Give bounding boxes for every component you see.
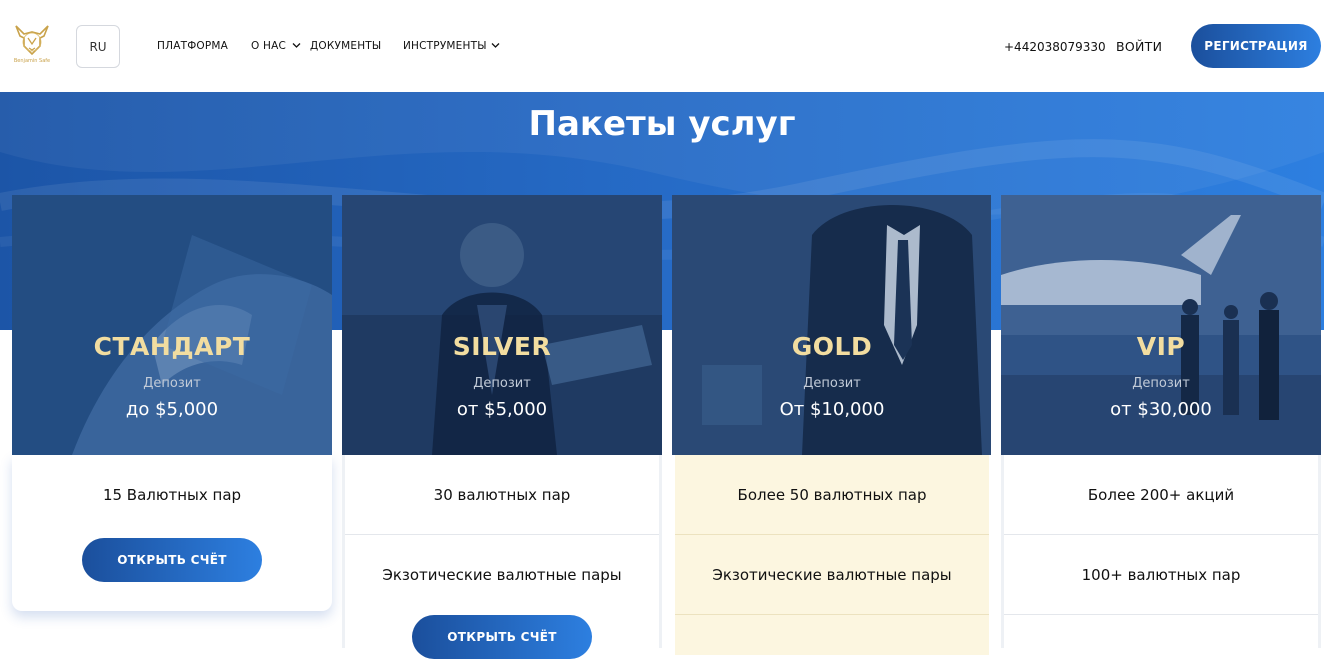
card-border (1001, 455, 1004, 648)
chevron-down-icon[interactable] (491, 41, 500, 50)
deposit-label: Депозит (143, 376, 201, 391)
register-button[interactable]: РЕГИСТРАЦИЯ (1191, 24, 1321, 68)
brand-logo[interactable]: Benjamin Safe (10, 22, 54, 68)
package-card-standard: СТАНДАРТ Депозит до $5,000 15 Валютных п… (12, 195, 332, 611)
phone-link[interactable]: +442038079330 (1004, 40, 1106, 54)
site-header: Benjamin Safe RU ПЛАТФОРМА О НАС ДОКУМЕН… (0, 0, 1324, 92)
card-border (342, 455, 345, 648)
language-selector[interactable]: RU (76, 25, 120, 68)
package-card-vip: VIP Депозит от $30,000 Более 200+ акций … (1001, 195, 1321, 615)
package-image: GOLD Депозит От $10,000 (672, 195, 991, 455)
deposit-value: от $5,000 (456, 399, 548, 420)
package-card-gold: GOLD Депозит От $10,000 Более 50 валютны… (672, 195, 992, 655)
package-card-silver: SILVER Депозит от $5,000 30 валютных пар… (342, 195, 662, 659)
deposit-value: от $30,000 (1110, 399, 1212, 420)
feature-item: Более 50 валютных пар (675, 455, 989, 535)
package-image: СТАНДАРТ Депозит до $5,000 (12, 195, 332, 455)
nav-documents[interactable]: ДОКУМЕНТЫ (310, 40, 381, 52)
package-name: SILVER (452, 332, 552, 361)
package-body: Более 200+ акций 100+ валютных пар (1001, 455, 1321, 615)
deposit-label: Депозит (473, 376, 531, 391)
deposit-value: От $10,000 (779, 399, 885, 420)
chevron-down-icon[interactable] (292, 41, 301, 50)
open-account-button[interactable]: ОТКРЫТЬ СЧЁТ (82, 538, 262, 582)
page-title: Пакеты услуг (528, 104, 796, 144)
package-name: GOLD (791, 332, 873, 361)
card-border (1318, 455, 1321, 648)
feature-item: Экзотические валютные пары (382, 566, 622, 584)
package-body: 30 валютных пар Экзотические валютные па… (342, 455, 662, 659)
deposit-label: Депозит (803, 376, 861, 391)
logo-text: Benjamin Safe (13, 58, 51, 64)
feature-item: 15 Валютных пар (102, 486, 242, 504)
open-account-button[interactable]: ОТКРЫТЬ СЧЁТ (412, 615, 592, 659)
feature-item: Экзотические валютные пары (675, 535, 989, 615)
feature-item: 100+ валютных пар (1004, 535, 1318, 615)
login-link[interactable]: ВОЙТИ (1116, 39, 1162, 54)
deposit-label: Депозит (1132, 376, 1190, 391)
package-name: СТАНДАРТ (93, 332, 251, 361)
package-body: Более 50 валютных пар Экзотические валют… (675, 455, 989, 655)
feature-item: 30 валютных пар (345, 455, 659, 535)
package-image: SILVER Депозит от $5,000 (342, 195, 662, 455)
deposit-value: до $5,000 (125, 399, 219, 420)
package-body: 15 Валютных пар ОТКРЫТЬ СЧЁТ (12, 455, 332, 611)
bull-logo-icon (15, 25, 49, 56)
card-border (659, 455, 662, 648)
package-image: VIP Депозит от $30,000 (1001, 195, 1321, 455)
nav-about[interactable]: О НАС (251, 40, 286, 52)
nav-platform[interactable]: ПЛАТФОРМА (157, 40, 228, 52)
package-name: VIP (1136, 332, 1186, 361)
nav-tools[interactable]: ИНСТРУМЕНТЫ (403, 40, 487, 52)
feature-item: Более 200+ акций (1004, 455, 1318, 535)
